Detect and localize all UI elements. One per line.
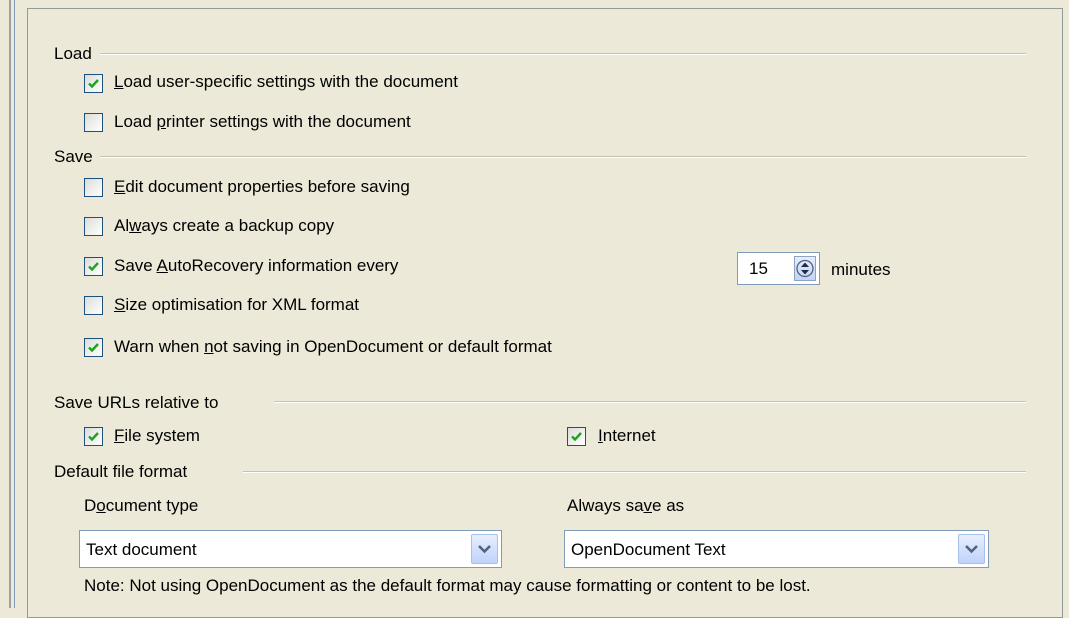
checkmark-icon <box>88 432 99 442</box>
document-type-value: Text document <box>86 540 197 559</box>
autorecovery-label[interactable]: Save AutoRecovery information every <box>114 256 398 276</box>
chevron-down-icon[interactable] <box>958 534 985 564</box>
internet-checkbox[interactable] <box>567 427 586 446</box>
edit-properties-label[interactable]: Edit document properties before saving <box>114 177 410 197</box>
format-note: Note: Not using OpenDocument as the defa… <box>84 576 811 595</box>
autorecovery-minutes-spinner[interactable]: 15 <box>737 252 820 285</box>
minutes-label: minutes <box>831 260 891 279</box>
save-urls-separator <box>274 401 1026 403</box>
default-format-heading: Default file format <box>54 462 188 481</box>
window-edge <box>0 0 15 608</box>
save-heading: Save <box>54 147 93 166</box>
load-separator <box>100 53 1026 55</box>
always-save-as-select[interactable]: OpenDocument Text <box>564 530 989 568</box>
always-save-as-label: Always save as <box>567 496 685 515</box>
backup-copy-checkbox[interactable] <box>84 217 103 236</box>
checkmark-icon <box>88 343 99 353</box>
checkmark-icon <box>88 79 99 89</box>
load-printer-settings-checkbox[interactable] <box>84 113 103 132</box>
file-system-checkbox[interactable] <box>84 427 103 446</box>
load-user-settings-label[interactable]: Load user-specific settings with the doc… <box>114 72 458 92</box>
save-urls-heading: Save URLs relative to <box>54 393 219 412</box>
checkmark-icon <box>571 432 582 442</box>
warn-format-label[interactable]: Warn when not saving in OpenDocument or … <box>114 337 552 357</box>
warn-format-checkbox[interactable] <box>84 338 103 357</box>
file-system-label[interactable]: File system <box>114 426 200 446</box>
load-heading: Load <box>54 44 92 63</box>
always-save-as-value: OpenDocument Text <box>571 540 726 559</box>
internet-label[interactable]: Internet <box>598 426 656 446</box>
load-printer-settings-label[interactable]: Load printer settings with the document <box>114 112 411 132</box>
chevron-down-icon[interactable] <box>471 534 498 564</box>
backup-copy-label[interactable]: Always create a backup copy <box>114 216 334 236</box>
load-user-settings-checkbox[interactable] <box>84 74 103 93</box>
document-type-label: Document type <box>84 496 199 515</box>
size-optimisation-checkbox[interactable] <box>84 296 103 315</box>
autorecovery-minutes-value: 15 <box>749 259 768 278</box>
default-format-separator <box>243 471 1026 473</box>
save-separator <box>100 156 1026 158</box>
autorecovery-checkbox[interactable] <box>84 257 103 276</box>
size-optimisation-label[interactable]: Size optimisation for XML format <box>114 295 359 315</box>
document-type-select[interactable]: Text document <box>79 530 502 568</box>
edit-properties-checkbox[interactable] <box>84 178 103 197</box>
checkmark-icon <box>88 262 99 272</box>
spinner-arrows-icon[interactable] <box>794 256 816 281</box>
